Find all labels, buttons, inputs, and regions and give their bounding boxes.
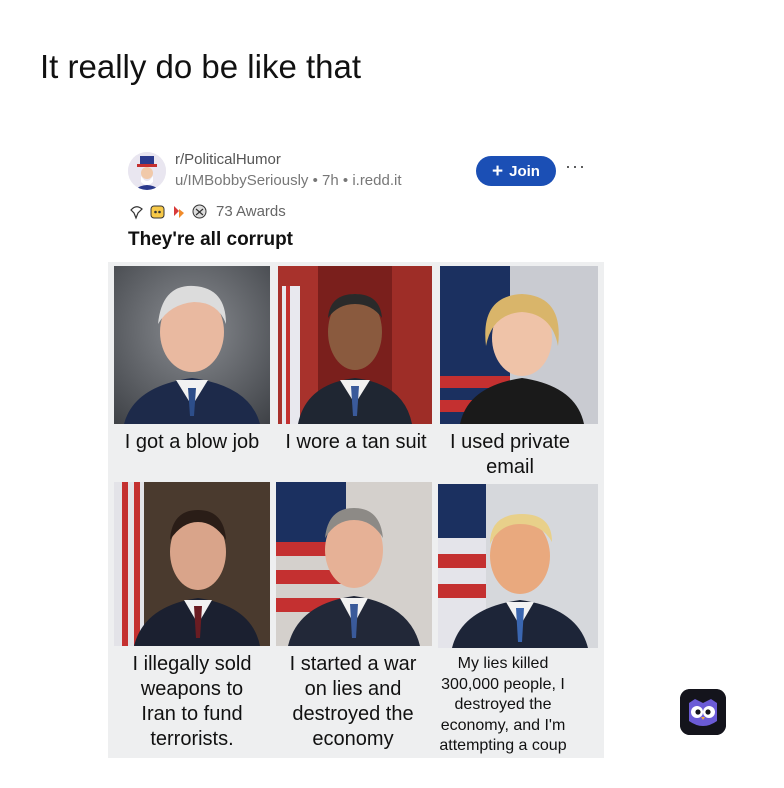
portrait-image (438, 484, 598, 648)
award-icon (150, 205, 165, 218)
award-icon (192, 204, 207, 218)
panel-caption: I used private email (449, 431, 571, 478)
post-time: 7h (322, 172, 339, 189)
post-meta: u/IMBobbySeriously • 7h • i.redd.it (175, 172, 402, 189)
awards-row[interactable]: 73 Awards (128, 200, 286, 222)
plus-icon: + (492, 160, 504, 182)
portrait-image (114, 482, 270, 646)
portrait-image (440, 266, 598, 424)
portrait-image (278, 266, 432, 424)
app-owl-icon[interactable] (680, 689, 726, 735)
panel-caption: I illegally sold weapons to Iran to fund… (132, 653, 252, 750)
join-button[interactable]: + Join (476, 156, 556, 186)
award-icon (130, 205, 143, 220)
panel-caption: I got a blow job (124, 431, 260, 453)
panel-caption: I wore a tan suit (285, 431, 427, 453)
meme-caption: It really do be like that (40, 48, 362, 85)
more-options-icon[interactable]: ··· (565, 156, 586, 177)
subreddit-name[interactable]: r/PoliticalHumor (175, 151, 281, 168)
award-icon (174, 205, 184, 218)
panel-caption: I started a war on lies and destroyed th… (289, 653, 417, 750)
portrait-image (114, 266, 270, 424)
post-domain[interactable]: i.redd.it (352, 172, 401, 189)
portrait-image (276, 482, 432, 646)
reddit-post: r/PoliticalHumor u/IMBobbySeriously • 7h… (108, 140, 608, 760)
subreddit-avatar-icon[interactable] (128, 152, 166, 190)
post-author[interactable]: u/IMBobbySeriously (175, 172, 308, 189)
join-label: Join (509, 162, 540, 180)
awards-count: 73 Awards (216, 202, 286, 220)
post-title[interactable]: They're all corrupt (128, 229, 293, 251)
post-image[interactable]: I got a blow job I wore a tan suit I use… (108, 262, 604, 758)
panel-caption: My lies killed 300,000 people, I destroy… (439, 655, 567, 754)
